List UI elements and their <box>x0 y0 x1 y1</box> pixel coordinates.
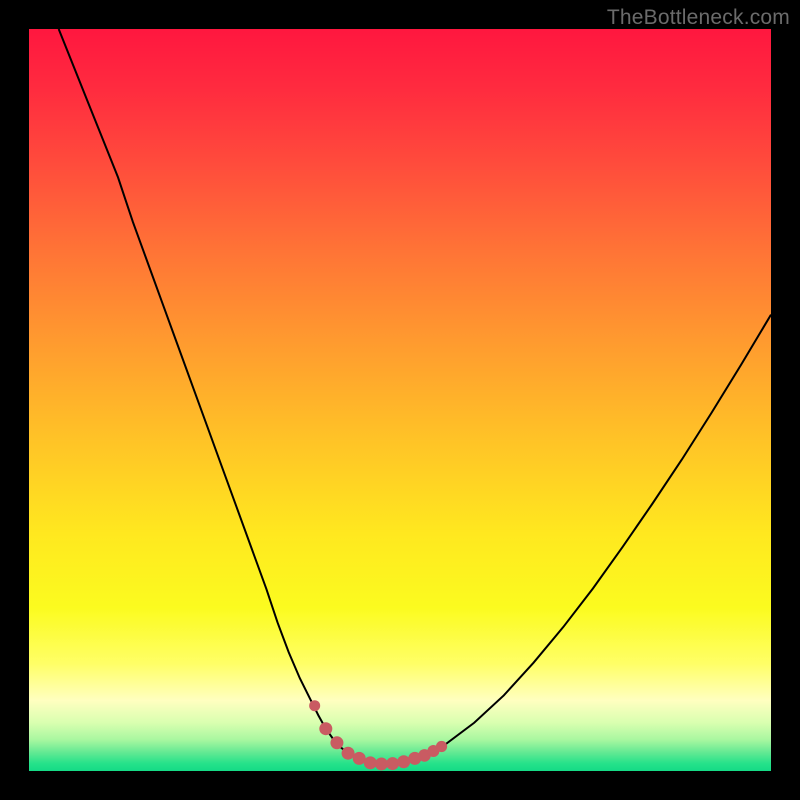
curve-marker <box>386 757 399 770</box>
bottleneck-curve <box>59 29 771 764</box>
watermark-text: TheBottleneck.com <box>607 6 790 30</box>
curve-marker <box>342 747 355 760</box>
plot-area <box>29 29 771 771</box>
curve-marker <box>397 755 410 768</box>
curve-marker <box>330 736 343 749</box>
curve-marker <box>309 700 320 711</box>
curve-marker <box>353 752 366 765</box>
curve-marker <box>319 722 332 735</box>
curve-marker <box>375 757 388 770</box>
curve-marker <box>364 756 377 769</box>
curve-marker <box>436 741 447 752</box>
outer-frame: TheBottleneck.com <box>0 0 800 800</box>
curve-layer <box>29 29 771 771</box>
